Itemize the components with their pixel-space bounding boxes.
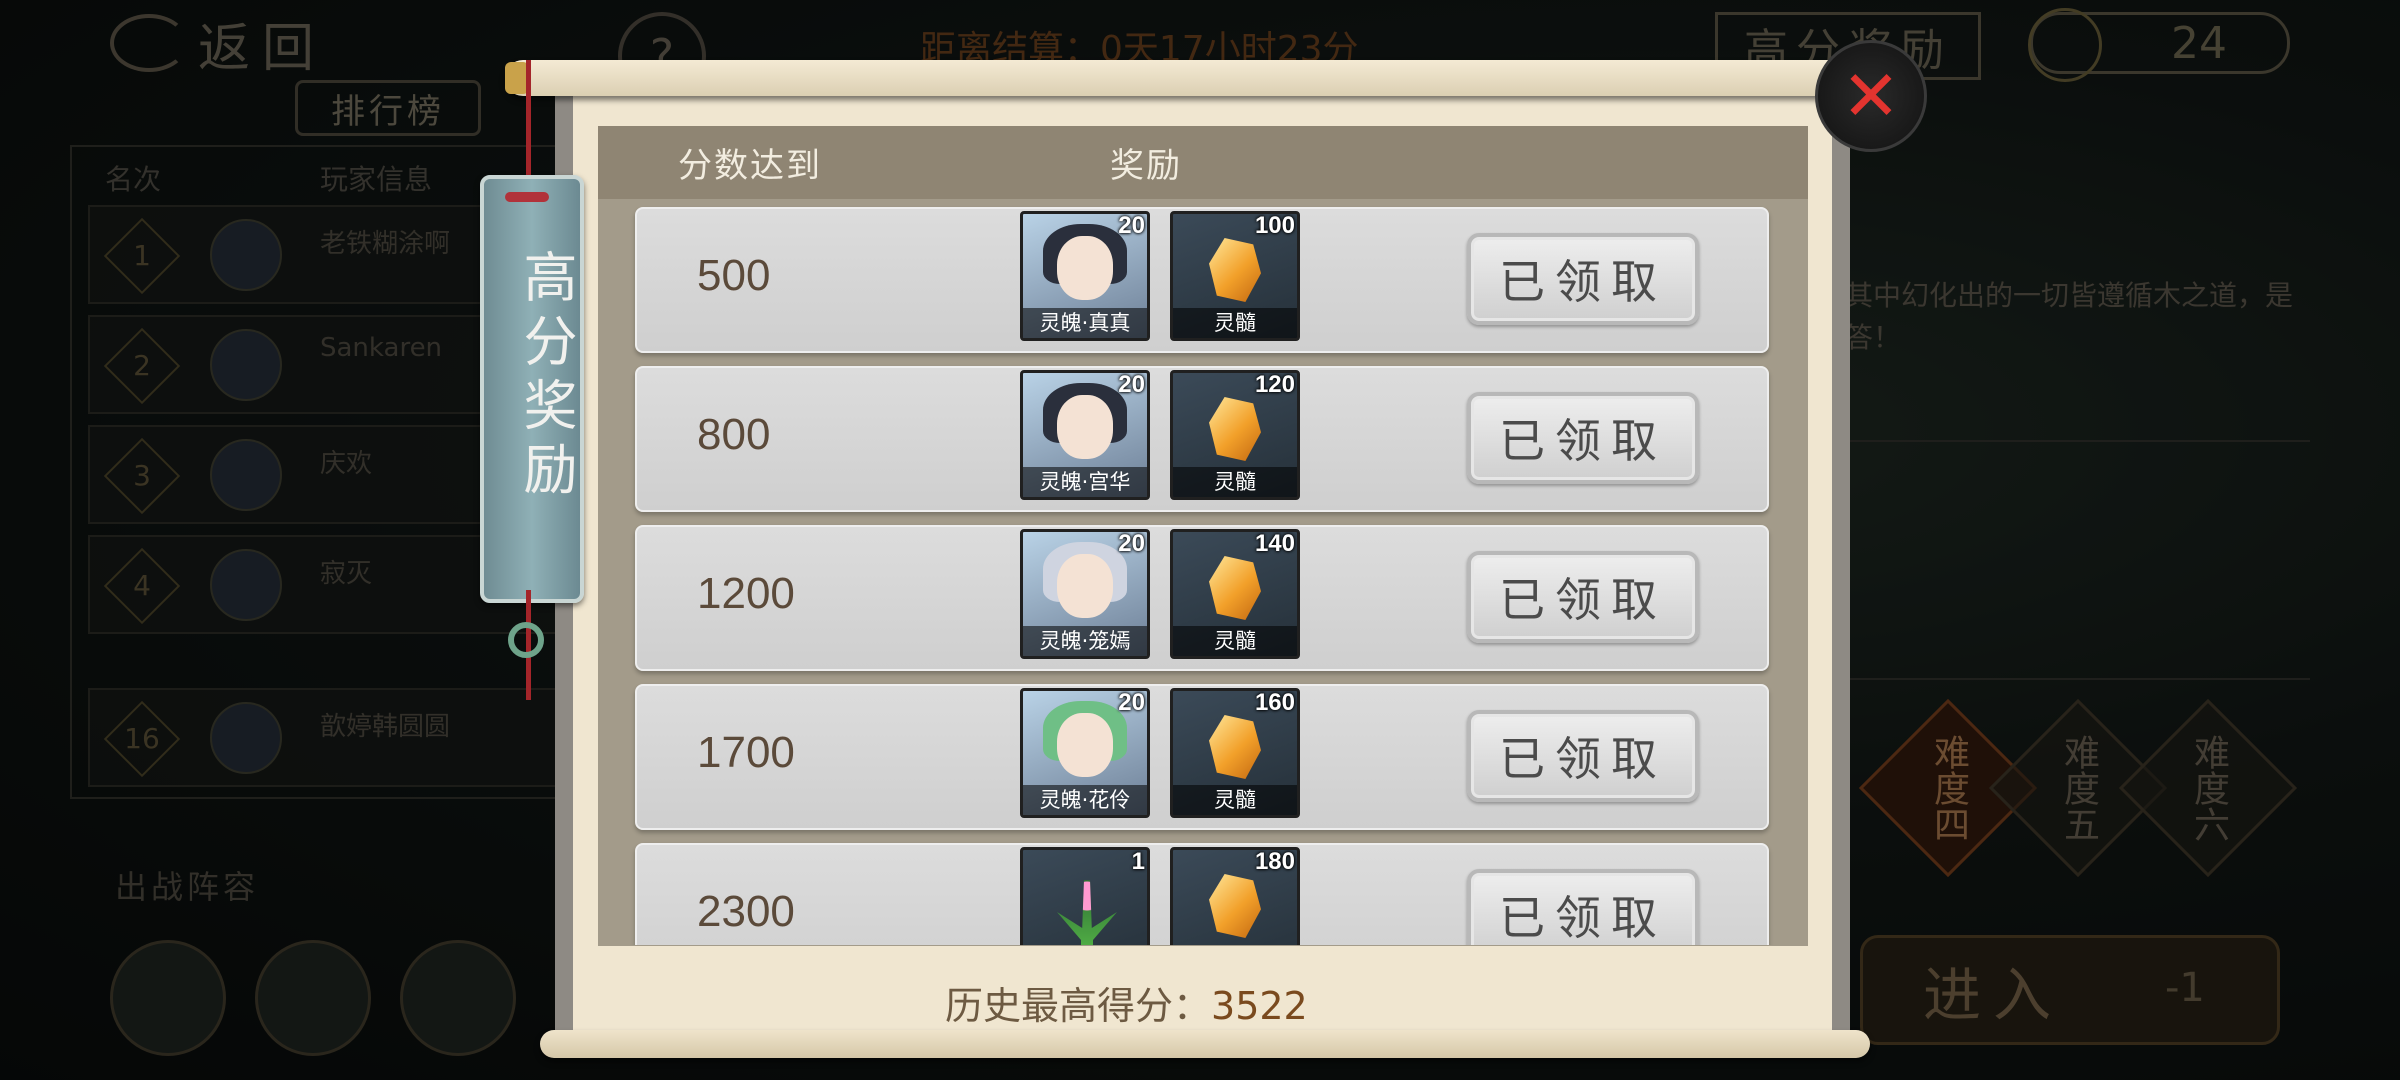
jade-ring-icon [508,622,544,658]
scroll-top-rod [505,60,1875,96]
score-threshold: 2300 [697,887,795,936]
close-button[interactable]: ✕ [1815,40,1927,152]
tag-title: 高分奖励 [514,249,577,505]
item-count: 180 [1254,848,1295,875]
scroll-edge-right [1832,92,1850,1032]
history-high-score: 历史最高得分：3522 [945,975,1308,1030]
gem-icon [1209,874,1261,938]
history-value: 3522 [1211,984,1308,1028]
history-label: 历史最高得分： [945,984,1212,1028]
spirit-gem-item[interactable]: 180 [1170,847,1300,945]
reward-row: 2300 1 180 已领取 [635,843,1769,945]
close-icon: ✕ [1841,55,1901,137]
header-score: 分数达到 [678,146,822,186]
reward-list-viewport[interactable]: 2300 1 180 已领取 [598,199,1808,945]
plant-item[interactable]: 1 [1020,847,1150,945]
scroll-bottom-rod [540,1030,1870,1058]
claimed-button[interactable]: 已领取 [1467,869,1699,945]
tag-knob [505,192,549,202]
item-count: 1 [1131,848,1145,875]
plant-icon [1057,880,1117,945]
header-reward: 奖励 [1110,146,1182,186]
tag-string [526,60,531,180]
high-score-reward-tag: 高分奖励 [480,175,584,603]
